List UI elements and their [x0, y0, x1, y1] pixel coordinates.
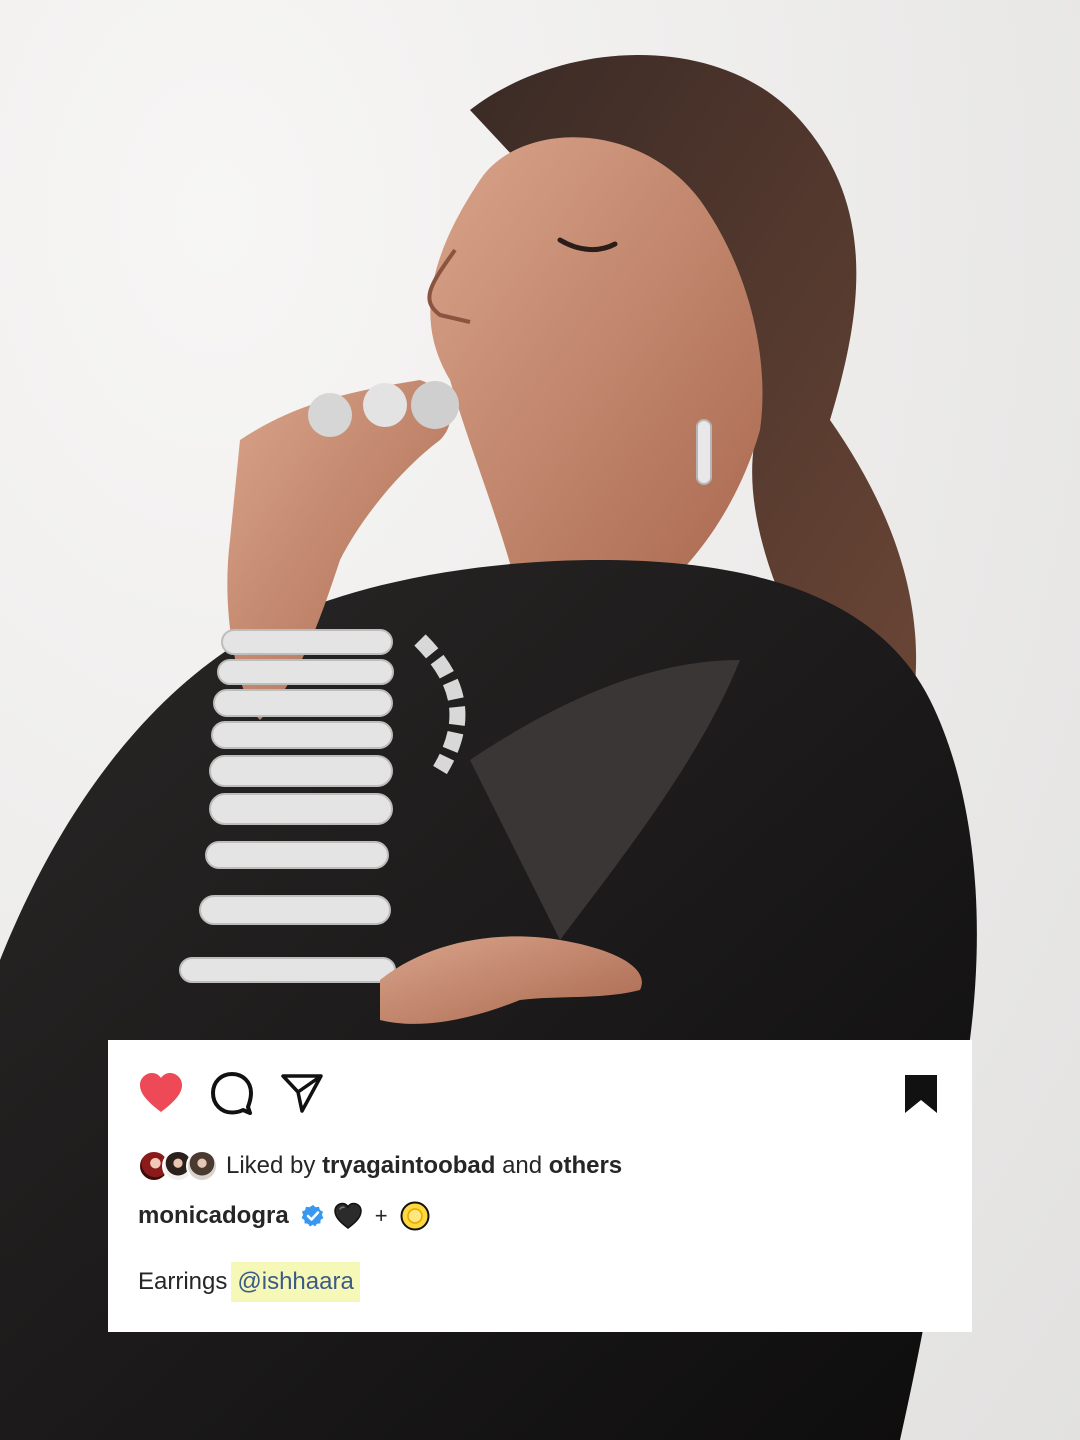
author-line: monicadogra +	[138, 1198, 430, 1234]
author-username[interactable]: monicadogra	[138, 1202, 289, 1230]
caption-text: Earrings	[138, 1268, 228, 1295]
bookmark-icon[interactable]	[904, 1074, 938, 1114]
likes-connector: and	[502, 1152, 543, 1179]
likes-prefix: Liked by	[226, 1152, 316, 1179]
send-icon[interactable]	[280, 1072, 324, 1119]
black-heart-emoji	[333, 1201, 363, 1231]
action-bar	[138, 1070, 324, 1120]
comment-icon[interactable]	[210, 1071, 254, 1120]
avatar[interactable]	[186, 1150, 218, 1182]
caption-mention-link[interactable]: @ishhaara	[231, 1262, 360, 1302]
caption: Earrings @ishhaara	[138, 1260, 360, 1304]
sun-emoji	[400, 1201, 430, 1231]
liker-username[interactable]: tryagaintoobad	[322, 1152, 495, 1179]
likes-text: Liked by tryagaintoobad and others	[226, 1152, 622, 1180]
likes-others-link[interactable]: others	[549, 1152, 622, 1179]
liker-avatars	[138, 1150, 218, 1182]
likes-row: Liked by tryagaintoobad and others	[138, 1146, 622, 1186]
heart-icon[interactable]	[138, 1072, 184, 1119]
post-card: Liked by tryagaintoobad and others monic…	[108, 1040, 972, 1332]
verified-badge-icon	[301, 1204, 325, 1228]
plus-sign: +	[374, 1203, 388, 1228]
